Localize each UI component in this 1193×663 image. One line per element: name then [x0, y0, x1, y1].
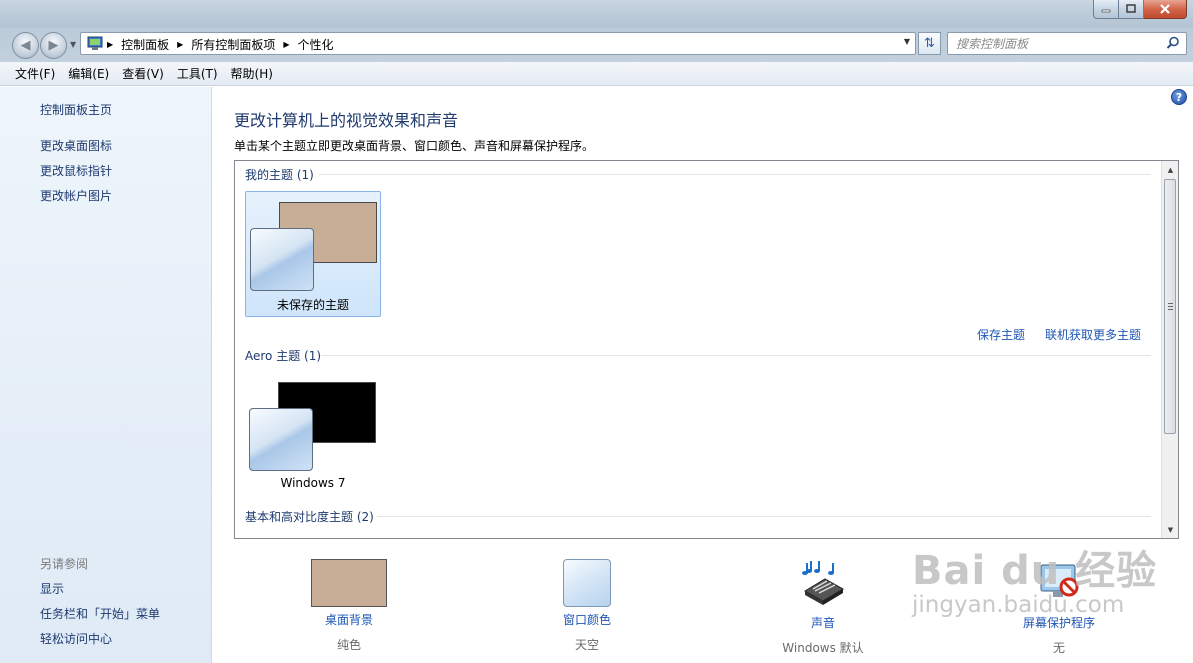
group-heading-aero-themes: Aero 主题 (1) — [245, 349, 322, 363]
divider — [377, 516, 1151, 517]
breadcrumb-control-panel[interactable]: 控制面板 — [121, 36, 169, 53]
see-also-taskbar[interactable]: 任务栏和「开始」菜单 — [40, 605, 160, 622]
get-more-themes-link[interactable]: 联机获取更多主题 — [1045, 326, 1141, 343]
minimize-icon — [1101, 9, 1111, 13]
watermark-logo: Bai du 经验 — [912, 548, 1158, 594]
themes-list: 我的主题 (1) 未保存的主题 保存主题 联机获取更多主题 Aero 主题 (1… — [234, 160, 1179, 539]
option-value: Windows 默认 — [782, 641, 864, 655]
sidebar-link-desktop-icons[interactable]: 更改桌面图标 — [40, 137, 112, 154]
option-desktop-background[interactable]: 桌面背景 纯色 — [269, 559, 429, 653]
option-label[interactable]: 窗口颜色 — [507, 611, 667, 628]
window-color-swatch — [563, 559, 611, 607]
breadcrumb: ▶ 控制面板 ▶ 所有控制面板项 ▶ 个性化 — [107, 36, 334, 53]
menu-bar: 文件(F) 编辑(E) 查看(V) 工具(T) 帮助(H) — [0, 62, 1193, 86]
menu-file[interactable]: 文件(F) — [15, 65, 55, 82]
back-button[interactable]: ◀ — [12, 32, 39, 59]
search-icon[interactable] — [1166, 36, 1180, 50]
close-icon — [1160, 4, 1170, 14]
menu-edit[interactable]: 编辑(E) — [68, 65, 109, 82]
refresh-icon: ⇅ — [924, 36, 935, 51]
vertical-scrollbar[interactable]: ▲ ▼ — [1161, 161, 1178, 538]
grip-icon — [1168, 303, 1173, 310]
arrow-left-icon: ◀ — [20, 38, 31, 53]
title-bar — [0, 0, 1193, 28]
save-theme-link[interactable]: 保存主题 — [977, 326, 1025, 343]
see-also-ease-of-access[interactable]: 轻松访问中心 — [40, 630, 112, 647]
maximize-icon — [1126, 4, 1136, 13]
search-input[interactable] — [956, 34, 1161, 53]
recent-pages-dropdown[interactable]: ▼ — [70, 40, 76, 49]
see-also-heading: 另请参阅 — [40, 557, 89, 571]
sound-icon — [802, 561, 844, 605]
arrow-right-icon: ▶ — [48, 38, 59, 53]
theme-tile-unsaved[interactable]: 未保存的主题 — [245, 191, 381, 317]
scroll-up-icon[interactable]: ▲ — [1162, 161, 1178, 178]
option-sounds[interactable]: 声音 Windows 默认 — [743, 559, 903, 656]
page-title: 更改计算机上的视觉效果和声音 — [234, 111, 459, 130]
minimize-button[interactable] — [1093, 0, 1119, 19]
option-window-color[interactable]: 窗口颜色 天空 — [507, 559, 667, 653]
menu-tools[interactable]: 工具(T) — [177, 65, 218, 82]
option-label[interactable]: 桌面背景 — [269, 611, 429, 628]
sidebar: 控制面板主页 更改桌面图标 更改鼠标指针 更改帐户图片 另请参阅 显示 任务栏和… — [0, 87, 212, 663]
watermark-url: jingyan.baidu.com — [912, 592, 1125, 618]
scroll-thumb[interactable] — [1164, 179, 1176, 434]
scroll-down-icon[interactable]: ▼ — [1162, 521, 1178, 538]
option-value: 纯色 — [336, 638, 361, 652]
close-button[interactable] — [1144, 0, 1187, 19]
window-controls — [1093, 0, 1187, 19]
breadcrumb-personalization[interactable]: 个性化 — [298, 36, 334, 53]
option-label[interactable]: 声音 — [743, 614, 903, 631]
theme-window-preview — [250, 228, 314, 291]
menu-view[interactable]: 查看(V) — [122, 65, 164, 82]
baidu-jingyan-watermark: Bai du 经验 jingyan.baidu.com — [912, 538, 1157, 618]
search-box — [947, 32, 1187, 55]
group-heading-my-themes: 我的主题 (1) — [245, 168, 314, 182]
chevron-down-icon[interactable]: ▼ — [904, 37, 910, 46]
sidebar-link-mouse-pointers[interactable]: 更改鼠标指针 — [40, 162, 112, 179]
sidebar-link-home[interactable]: 控制面板主页 — [40, 101, 112, 118]
menu-help[interactable]: 帮助(H) — [231, 65, 273, 82]
refresh-button[interactable]: ⇅ — [918, 32, 941, 55]
divider — [321, 355, 1151, 356]
theme-window-preview — [249, 408, 313, 471]
theme-name: Windows 7 — [280, 476, 346, 490]
group-heading-basic-themes: 基本和高对比度主题 (2) — [245, 510, 374, 524]
desktop-background-swatch — [311, 559, 387, 607]
chevron-right-icon[interactable]: ▶ — [283, 40, 289, 49]
sidebar-link-account-picture[interactable]: 更改帐户图片 — [40, 187, 112, 204]
see-also-display[interactable]: 显示 — [40, 580, 64, 597]
theme-tile-windows7[interactable]: Windows 7 — [245, 372, 381, 498]
chevron-right-icon[interactable]: ▶ — [177, 40, 183, 49]
option-value: 天空 — [574, 638, 599, 652]
maximize-button[interactable] — [1119, 0, 1144, 19]
chevron-right-icon[interactable]: ▶ — [107, 40, 113, 49]
option-value: 无 — [1052, 641, 1065, 655]
forward-button[interactable]: ▶ — [40, 32, 67, 59]
breadcrumb-all-items[interactable]: 所有控制面板项 — [191, 36, 275, 53]
page-description: 单击某个主题立即更改桌面背景、窗口颜色、声音和屏幕保护程序。 — [234, 139, 595, 153]
theme-name: 未保存的主题 — [276, 298, 349, 312]
address-bar[interactable]: ▶ 控制面板 ▶ 所有控制面板项 ▶ 个性化 ▼ — [80, 32, 916, 55]
help-icon[interactable]: ? — [1171, 89, 1187, 105]
divider — [319, 174, 1151, 175]
control-panel-icon — [87, 36, 103, 50]
